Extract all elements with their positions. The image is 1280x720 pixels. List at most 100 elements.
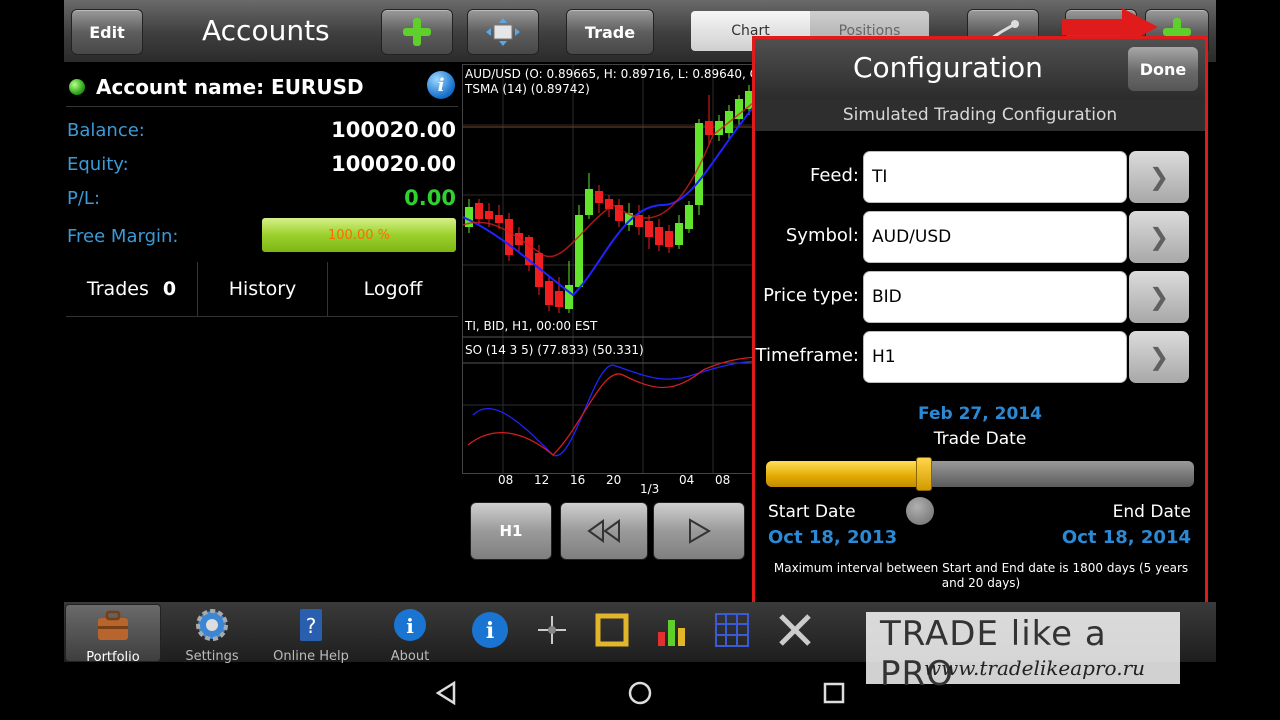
online-help-tab[interactable]: ? Online Help xyxy=(263,604,359,664)
crosshair-icon[interactable] xyxy=(532,610,572,650)
dialog-header: Configuration Done xyxy=(755,39,1205,99)
grid-icon[interactable] xyxy=(712,610,752,650)
add-account-button[interactable] xyxy=(381,9,453,55)
account-name: Account name: EURUSD xyxy=(96,75,364,99)
pl-label: P/L: xyxy=(67,188,101,209)
timeframe-label: Timeframe: xyxy=(755,345,860,366)
feed-select-button[interactable]: ❯ xyxy=(1129,151,1189,203)
timeframe-row: Timeframe: H1 ❯ xyxy=(755,331,1205,383)
x-tick: 08 xyxy=(498,473,514,487)
trade-date-value: Feb 27, 2014 xyxy=(918,404,1042,424)
symbol-row: Symbol: AUD/USD ❯ xyxy=(755,211,1205,263)
info-icon[interactable]: i xyxy=(470,610,510,650)
feed-row: Feed: TI ❯ xyxy=(755,151,1205,203)
price-type-label: Price type: xyxy=(763,285,859,306)
tab-history[interactable]: History xyxy=(198,262,328,316)
home-icon[interactable] xyxy=(625,678,655,708)
briefcase-icon xyxy=(98,610,128,640)
feed-field[interactable]: TI xyxy=(863,151,1127,203)
interval-note: Maximum interval between Start and End d… xyxy=(773,561,1189,590)
app-screen: Edit Accounts Trade Chart Positions Acco… xyxy=(0,0,1280,720)
svg-text:i: i xyxy=(486,618,494,644)
slider-handle[interactable] xyxy=(916,457,933,491)
recents-icon[interactable] xyxy=(819,678,849,708)
candlestick-plot xyxy=(463,65,761,473)
plus-icon xyxy=(403,18,431,46)
settings-tab[interactable]: Settings xyxy=(164,604,260,664)
online-help-label: Online Help xyxy=(273,649,349,664)
slider-fill xyxy=(766,461,925,487)
watermark-brand: TRADE like a PRO xyxy=(880,614,1107,694)
info-icon[interactable]: i xyxy=(427,71,455,99)
chevron-right-icon: ❯ xyxy=(1148,163,1170,191)
start-date-value: Oct 18, 2013 xyxy=(768,527,898,548)
equity-label: Equity: xyxy=(67,154,129,175)
x-tick: 08 xyxy=(715,473,731,487)
tab-logoff[interactable]: Logoff xyxy=(328,262,458,316)
price-type-field[interactable]: BID xyxy=(863,271,1127,323)
trade-date-label: Trade Date xyxy=(933,429,1027,449)
svg-text:?: ? xyxy=(306,614,317,638)
rewind-icon xyxy=(587,519,620,543)
pl-value: 0.00 xyxy=(404,186,456,210)
settings-label: Settings xyxy=(185,649,239,664)
tools-icon[interactable] xyxy=(775,610,815,650)
svg-text:i: i xyxy=(406,614,414,638)
gear-icon xyxy=(196,609,228,641)
timeframe-select-button[interactable]: ❯ xyxy=(1129,331,1189,383)
end-date-value: Oct 18, 2014 xyxy=(1061,527,1191,548)
account-tabs: Trades 0 History Logoff xyxy=(66,262,458,317)
account-panel: Account name: EURUSD i Balance: 100020.0… xyxy=(64,62,458,602)
portfolio-label: Portfolio xyxy=(86,650,140,665)
feed-label: Feed: xyxy=(809,165,859,186)
configuration-dialog: Configuration Done Simulated Trading Con… xyxy=(752,36,1208,622)
page-title: Accounts xyxy=(202,14,330,47)
brand-watermark: TRADE like a PRO www.tradelikeapro.ru xyxy=(866,612,1180,694)
end-date-label: End Date xyxy=(1112,502,1191,522)
price-type-select-button[interactable]: ❯ xyxy=(1129,271,1189,323)
about-tab[interactable]: i About xyxy=(362,604,458,664)
trade-button[interactable]: Trade xyxy=(566,9,654,55)
status-dot-icon xyxy=(69,79,85,95)
price-type-row: Price type: BID ❯ xyxy=(755,271,1205,323)
bar-chart-icon[interactable] xyxy=(652,610,692,650)
portfolio-tab[interactable]: Portfolio xyxy=(65,604,161,665)
timeframe-field[interactable]: H1 xyxy=(863,331,1127,383)
move-icon xyxy=(486,18,520,46)
move-button[interactable] xyxy=(467,9,539,55)
watermark-url: www.tradelikeapro.ru xyxy=(924,656,1146,680)
symbol-label: Symbol: xyxy=(785,225,859,246)
chart-so: SO (14 3 5) (77.833) (50.331) xyxy=(465,343,644,357)
symbol-field[interactable]: AUD/USD xyxy=(863,211,1127,263)
free-margin-label: Free Margin: xyxy=(67,226,179,247)
symbol-select-button[interactable]: ❯ xyxy=(1129,211,1189,263)
edit-button[interactable]: Edit xyxy=(71,9,143,55)
touch-indicator xyxy=(906,497,934,525)
balance-value: 100020.00 xyxy=(331,118,456,142)
play-button[interactable] xyxy=(653,502,745,560)
x-tick: 16 xyxy=(570,473,586,487)
chart-tsma: TSMA (14) (0.89742) xyxy=(465,82,590,96)
chevron-right-icon: ❯ xyxy=(1148,283,1170,311)
trades-label: Trades xyxy=(86,278,149,300)
trade-date-slider[interactable] xyxy=(766,461,1194,487)
tab-trades[interactable]: Trades 0 xyxy=(66,262,198,316)
info-icon: i xyxy=(394,609,426,641)
help-book-icon: ? xyxy=(300,609,322,641)
equity-value: 100020.00 xyxy=(331,152,456,176)
x-tick: 20 xyxy=(606,473,622,487)
frame-icon[interactable] xyxy=(592,610,632,650)
back-icon[interactable] xyxy=(432,678,462,708)
timeframe-button[interactable]: H1 xyxy=(470,502,552,560)
dialog-subtitle: Simulated Trading Configuration xyxy=(755,99,1205,131)
trades-count: 0 xyxy=(162,278,177,300)
dialog-title: Configuration xyxy=(853,51,1043,84)
done-button[interactable]: Done xyxy=(1128,47,1198,91)
x-tick: 04 xyxy=(679,473,695,487)
page-indicator: 1/3 xyxy=(640,482,660,496)
free-margin-bar: 100.00 % xyxy=(262,218,456,252)
price-chart[interactable]: AUD/USD (O: 0.89665, H: 0.89716, L: 0.89… xyxy=(462,64,762,474)
rewind-button[interactable] xyxy=(560,502,648,560)
play-icon xyxy=(689,518,711,544)
about-label: About xyxy=(390,649,430,664)
